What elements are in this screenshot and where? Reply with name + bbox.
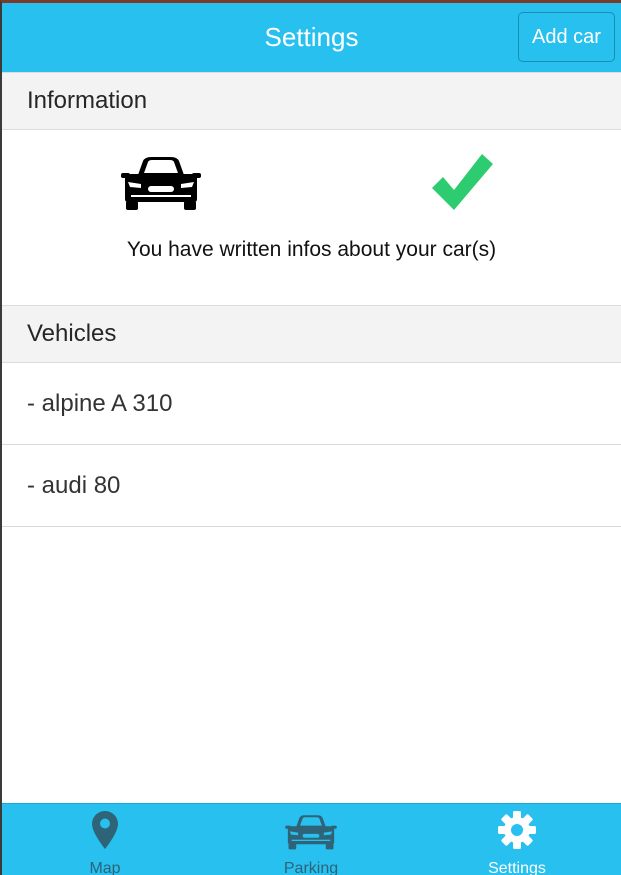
tab-map[interactable]: Map — [2, 804, 208, 875]
tab-label-settings: Settings — [488, 860, 546, 875]
information-panel: You have written infos about your car(s) — [2, 130, 621, 305]
tab-settings[interactable]: Settings — [414, 804, 620, 875]
vehicles-section-header: Vehicles — [2, 305, 621, 363]
information-message: You have written infos about your car(s) — [126, 238, 497, 261]
information-section-header: Information — [2, 72, 621, 130]
tab-label-map: Map — [89, 860, 121, 875]
vehicle-list-item[interactable]: - alpine A 310 — [2, 363, 621, 445]
app-frame: Settings Add car Information You have wr… — [0, 0, 621, 875]
top-header: Settings Add car — [2, 3, 621, 72]
vehicle-list-item[interactable]: - audi 80 — [2, 445, 621, 527]
checkmark-icon — [432, 154, 493, 210]
car-icon — [121, 157, 201, 210]
bottom-tab-bar: Map Parking Settings — [2, 803, 621, 875]
add-car-button[interactable]: Add car — [518, 12, 615, 62]
tab-parking[interactable]: Parking — [208, 804, 414, 875]
car-icon — [285, 815, 337, 850]
tab-label-parking: Parking — [283, 860, 339, 875]
gear-icon — [498, 811, 536, 849]
map-pin-icon — [92, 811, 118, 849]
